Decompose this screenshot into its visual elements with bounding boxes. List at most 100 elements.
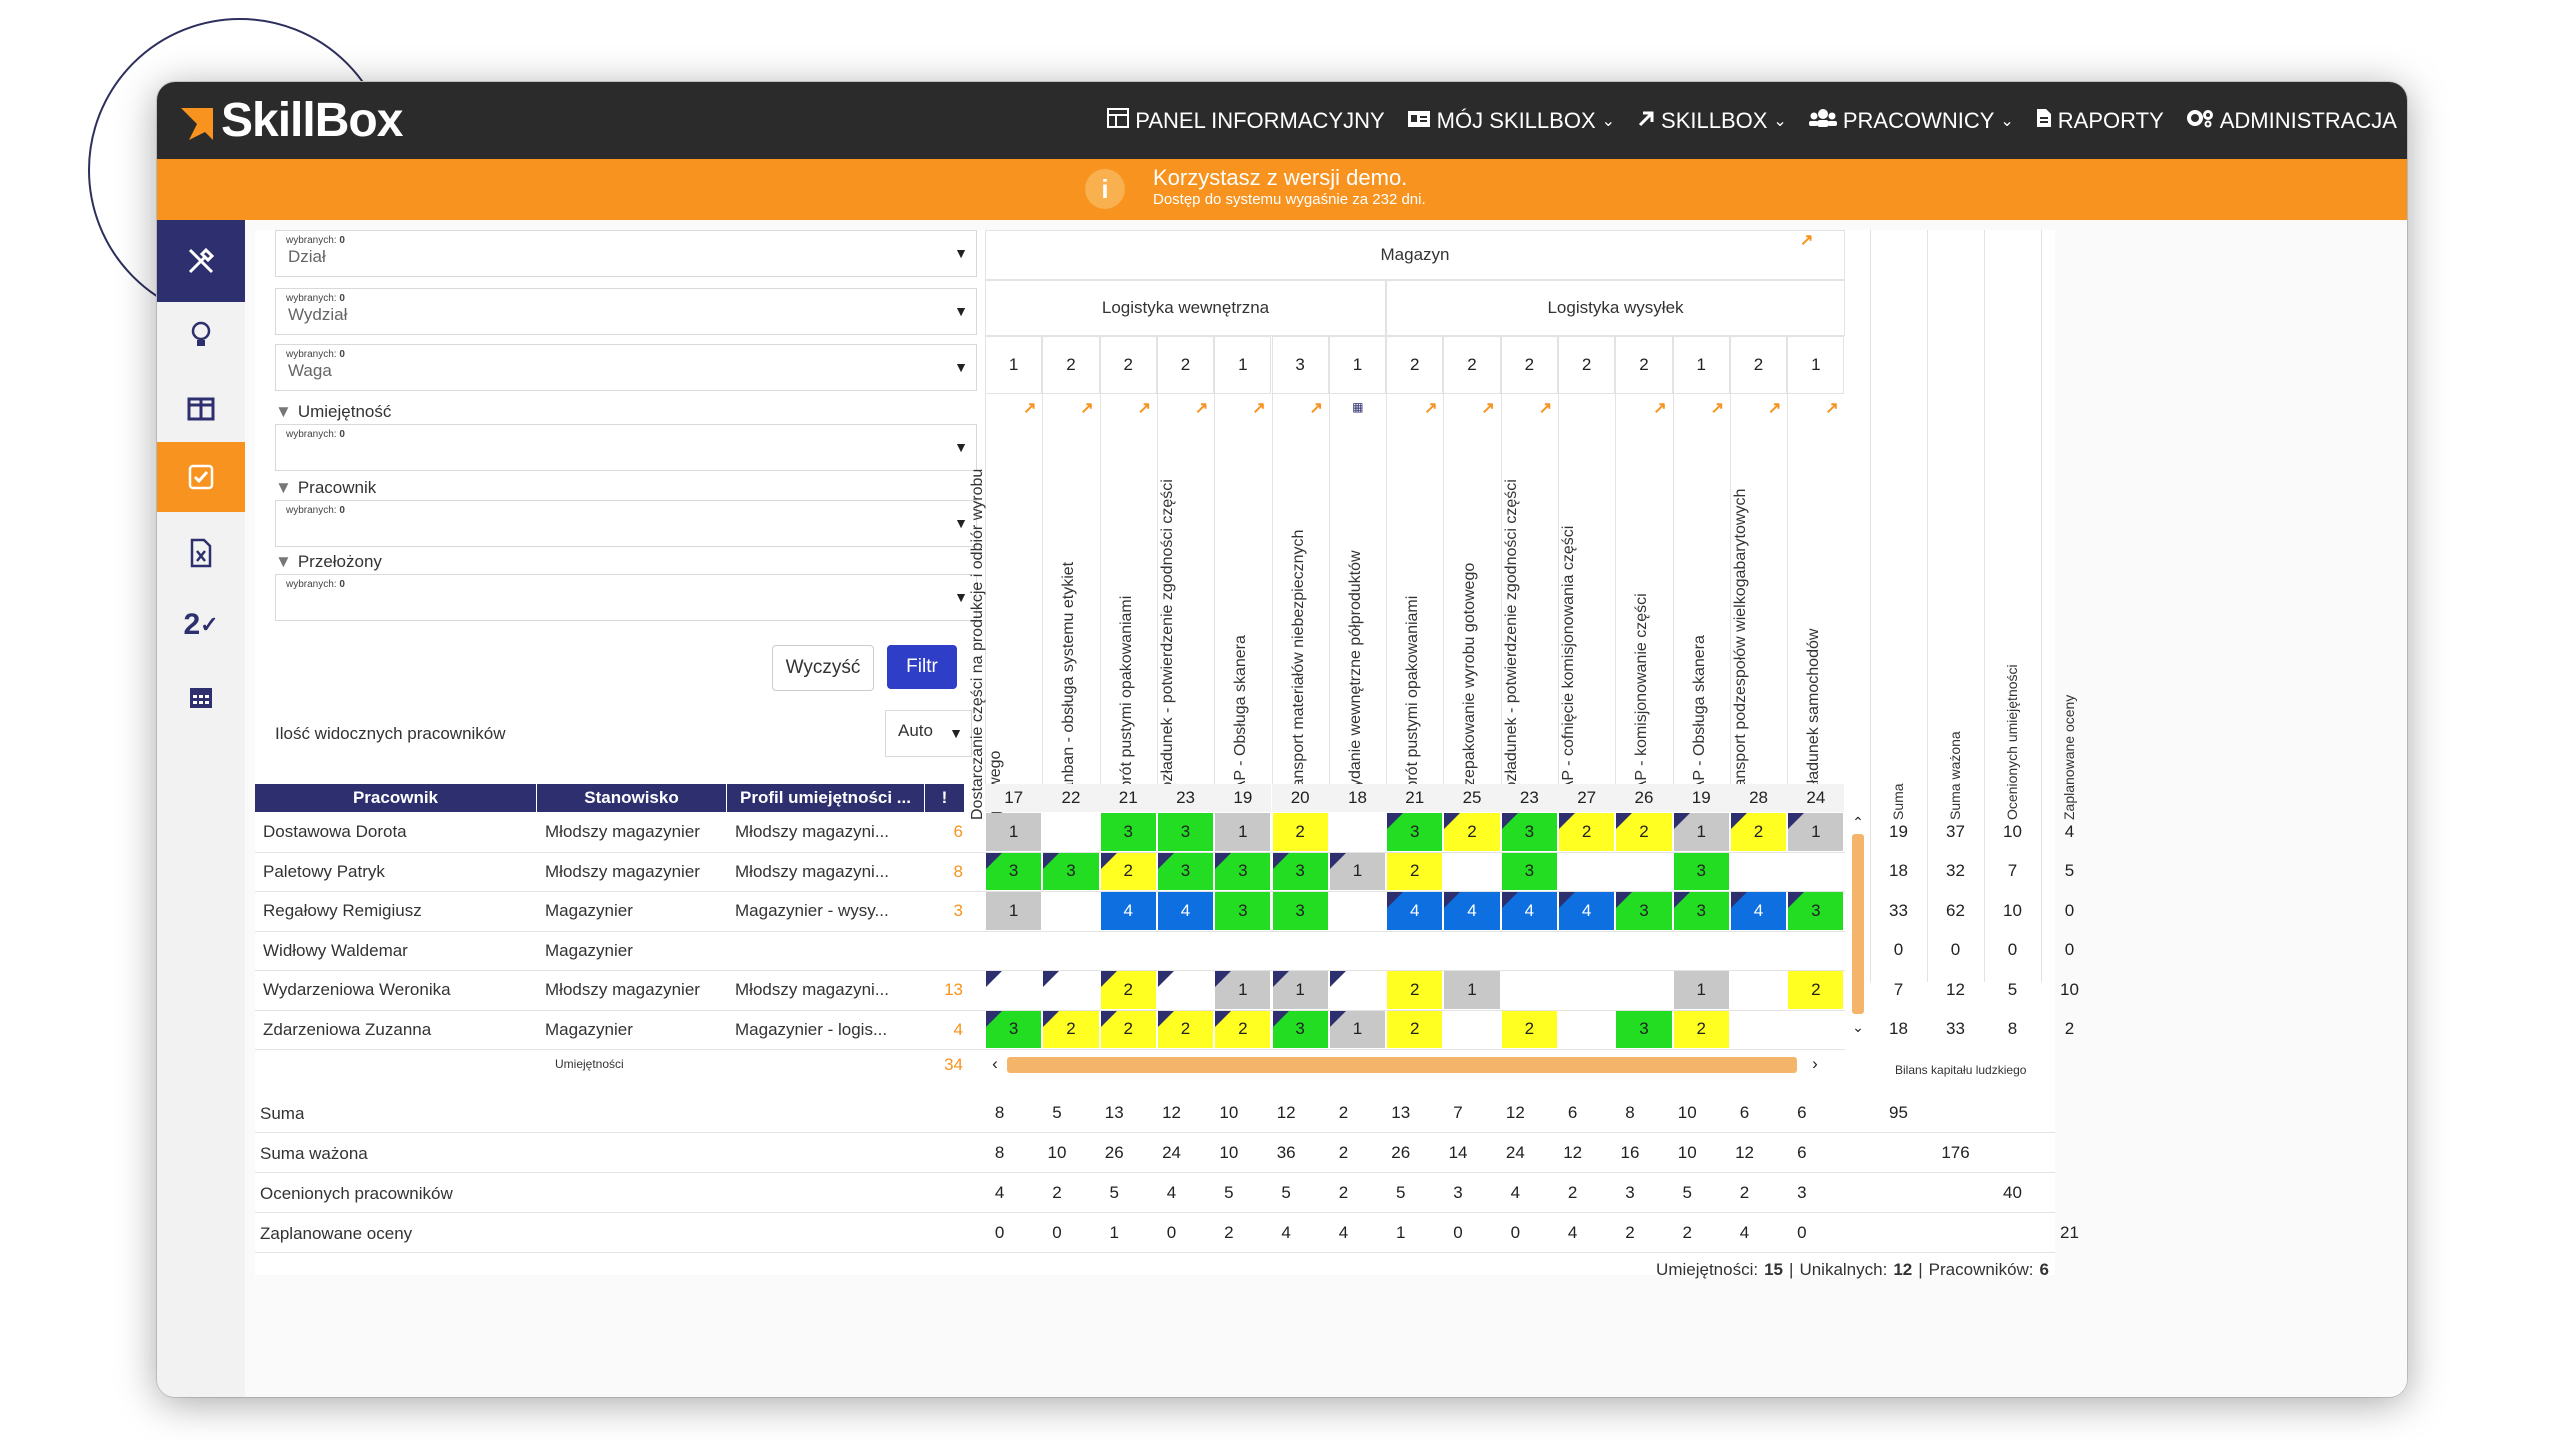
skill-level-cell[interactable] (1674, 932, 1729, 970)
skill-level-cell[interactable]: 3 (1673, 852, 1729, 890)
skill-level-cell[interactable] (1502, 971, 1557, 1009)
pracownik-dropdown[interactable]: wybranych: 0 ▼ (275, 500, 977, 547)
skill-level-cell[interactable] (1330, 892, 1385, 930)
nav-item-2[interactable]: SKILLBOX ⌄ (1637, 108, 1787, 134)
employee-profile[interactable]: Młodszy magazyni... (735, 862, 921, 882)
skill-level-cell[interactable] (1387, 932, 1442, 970)
umiejetnosc-dropdown[interactable]: wybranych: 0 ▼ (275, 424, 977, 471)
visible-count-select[interactable]: Auto ▼ (885, 710, 972, 757)
skill-level-cell[interactable] (1559, 932, 1614, 970)
skill-level-cell[interactable]: 2 (1673, 1010, 1729, 1048)
skill-level-cell[interactable]: 2 (1501, 1010, 1557, 1048)
nav-item-4[interactable]: RAPORTY (2036, 108, 2164, 134)
skill-level-cell[interactable]: 3 (1100, 813, 1156, 851)
employee-profile[interactable]: Magazynier - logis... (735, 1020, 921, 1040)
skill-label[interactable]: Obrót pustymi opakowaniami (1118, 432, 1136, 802)
employee-profile[interactable]: Magazynier - wysy... (735, 901, 921, 921)
checkbox-icon[interactable] (157, 442, 245, 512)
skill-level-cell[interactable]: 1 (986, 892, 1042, 930)
employee-name[interactable]: Zdarzeniowa Zuzanna (263, 1020, 533, 1040)
skill-level-cell[interactable] (1101, 932, 1156, 970)
employee-profile[interactable]: Młodszy magazyni... (735, 822, 921, 842)
skill-level-cell[interactable] (1444, 932, 1499, 970)
employee-name[interactable]: Widłowy Waldemar (263, 941, 533, 961)
skill-label[interactable]: Załadunek samochodów (1805, 432, 1823, 802)
skill-level-cell[interactable] (1616, 971, 1671, 1009)
skill-label[interactable]: Dostarczanie części na produkcje i odbió… (969, 450, 1005, 820)
employee-name[interactable]: Regałowy Remigiusz (263, 901, 533, 921)
scroll-down-icon[interactable]: ⌄ (1848, 1017, 1868, 1037)
employee-name[interactable]: Dostawowa Dorota (263, 822, 533, 842)
header-profil[interactable]: Profil umiejętności ... (727, 784, 925, 812)
employee-name[interactable]: Paletowy Patryk (263, 862, 533, 882)
nav-item-0[interactable]: PANEL INFORMACYJNY (1107, 107, 1385, 134)
skill-level-cell[interactable] (1559, 1011, 1614, 1049)
expand-arrow-icon[interactable]: ↗ (1800, 230, 1813, 250)
header-pracownik[interactable]: Pracownik (255, 784, 537, 812)
skill-label[interactable]: SAP - komisjonowanie części (1633, 432, 1651, 802)
skill-level-cell[interactable] (1215, 932, 1270, 970)
skill-arrow-icon[interactable]: ↗ (1825, 398, 1838, 418)
skill-level-cell[interactable]: 3 (1501, 852, 1557, 890)
skill-label[interactable]: Transport podzespołów wielkogabarytowych (1732, 432, 1750, 802)
skill-label[interactable]: Wydanie wewnętrzne półproduktów (1347, 432, 1365, 802)
skill-arrow-icon[interactable]: ↗ (1539, 398, 1552, 418)
skill-level-cell[interactable]: 2 (1387, 852, 1443, 890)
logo[interactable]: SkillBox (179, 92, 403, 149)
skill-arrow-icon[interactable]: ↗ (1252, 398, 1265, 418)
skill-level-cell[interactable]: 1 (1673, 971, 1729, 1009)
skill-level-cell[interactable] (1330, 813, 1385, 851)
skill-label[interactable]: SAP - cofnięcie komisjonowania części (1560, 432, 1578, 802)
skill-arrow-icon[interactable]: ↗ (1653, 398, 1666, 418)
skill-level-cell[interactable] (1731, 932, 1786, 970)
horizontal-scrollbar[interactable] (1007, 1057, 1797, 1073)
skill-level-cell[interactable] (1788, 853, 1843, 891)
skill-label[interactable]: Obrót pustymi opakowaniami (1404, 432, 1422, 802)
skill-level-cell[interactable] (1502, 932, 1557, 970)
2-check-icon[interactable]: 2 ✓ (157, 592, 245, 658)
excel-file-icon[interactable] (157, 520, 245, 586)
skill-label[interactable]: Kanban - obsługa systemu etykiet (1060, 432, 1078, 802)
skill-arrow-icon[interactable]: ↗ (1138, 398, 1151, 418)
skill-arrow-icon[interactable]: ↗ (1711, 398, 1724, 418)
skill-level-cell[interactable] (1731, 971, 1786, 1009)
calendar-icon[interactable] (157, 664, 245, 730)
skill-level-cell[interactable] (1043, 892, 1098, 930)
nav-item-5[interactable]: ADMINISTRACJA (2186, 108, 2397, 134)
skill-level-cell[interactable]: 1 (1215, 813, 1271, 851)
lightbulb-icon[interactable] (157, 302, 245, 368)
skill-level-cell[interactable] (1788, 932, 1843, 970)
skill-level-cell[interactable]: 4 (1157, 892, 1214, 930)
skill-level-cell[interactable]: 2 (1387, 971, 1443, 1009)
skill-level-cell[interactable] (1731, 1011, 1786, 1049)
skill-level-cell[interactable] (1559, 971, 1614, 1009)
skill-level-cell[interactable] (1559, 853, 1614, 891)
skill-level-cell[interactable]: 2 (1387, 1010, 1443, 1048)
skill-level-cell[interactable] (1444, 853, 1499, 891)
employee-profile[interactable]: Młodszy magazyni... (735, 980, 921, 1000)
skill-level-cell[interactable] (1330, 932, 1385, 970)
skill-arrow-icon[interactable]: ↗ (1481, 398, 1494, 418)
waga-dropdown[interactable]: wybranych: 0 Waga ▼ (275, 344, 977, 391)
columns-icon[interactable] (157, 376, 245, 442)
skill-arrow-icon[interactable]: ↗ (1424, 398, 1437, 418)
przelozony-dropdown[interactable]: wybranych: 0 ▼ (275, 574, 977, 621)
scroll-right-icon[interactable]: › (1805, 1053, 1825, 1075)
skill-level-cell[interactable] (986, 932, 1041, 970)
skill-label[interactable]: Rozładunek - potwierdzenie zgodności czę… (1159, 432, 1177, 802)
skill-level-cell[interactable] (1158, 932, 1213, 970)
nav-item-1[interactable]: MÓJ SKILLBOX ⌄ (1407, 108, 1615, 134)
skill-arrow-icon[interactable]: ↗ (1195, 398, 1208, 418)
skill-label[interactable]: Transport materiałów niebezpiecznych (1290, 432, 1308, 802)
filter-button[interactable]: Filtr (887, 645, 957, 689)
skill-level-cell[interactable]: 2 (1272, 813, 1328, 851)
skill-label[interactable]: Przepakowanie wyrobu gotowego (1461, 432, 1479, 802)
skill-arrow-icon[interactable]: ↗ (1768, 398, 1781, 418)
skill-level-cell[interactable] (1444, 1011, 1499, 1049)
header-excl[interactable]: ! (925, 784, 965, 812)
skill-level-cell[interactable] (1616, 853, 1671, 891)
skill-label[interactable]: SAP - Obsługa skanera (1232, 432, 1250, 802)
grid-icon[interactable]: ▦ (1351, 400, 1365, 414)
tools-icon[interactable] (157, 220, 245, 302)
skill-level-cell[interactable]: 4 (1100, 892, 1156, 930)
